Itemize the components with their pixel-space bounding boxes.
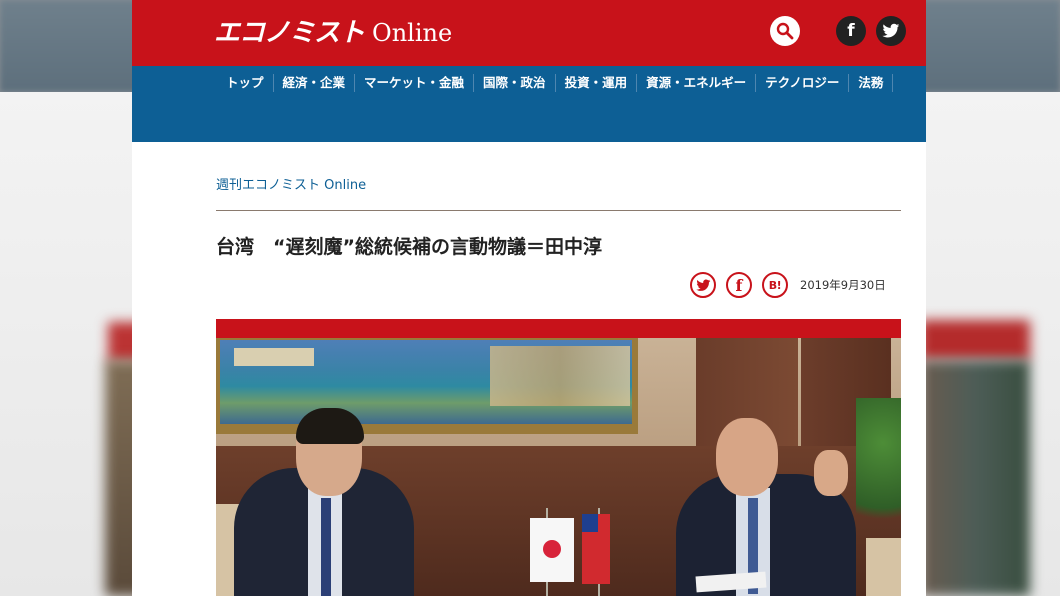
nav-item-legal[interactable]: 法務: [849, 74, 894, 92]
nav-item-economy[interactable]: 経済・企業: [274, 74, 356, 92]
nav-item-market[interactable]: マーケット・金融: [355, 74, 475, 92]
article-title: 台湾 “遅刻魔”総統候補の言動物議＝田中淳: [216, 236, 602, 258]
photo-top-bar: [216, 319, 901, 338]
divider: [216, 210, 901, 211]
site-header: エコノミスト Online f: [132, 0, 926, 66]
nav-item-energy[interactable]: 資源・エネルギー: [637, 74, 757, 92]
share-twitter-icon[interactable]: [690, 272, 716, 298]
nav-item-technology[interactable]: テクノロジー: [756, 74, 850, 92]
twitter-icon[interactable]: [876, 16, 906, 46]
logo-english: Online: [372, 19, 453, 47]
background-right-photo: [920, 360, 1030, 596]
search-icon[interactable]: [770, 16, 800, 46]
article-photo: [216, 338, 901, 596]
photo-head-right: [716, 418, 778, 496]
background-right-red: [920, 320, 1030, 360]
photo-painting-boat: [234, 348, 314, 366]
japan-flag: [530, 518, 574, 582]
facebook-icon[interactable]: f: [836, 16, 866, 46]
breadcrumb[interactable]: 週刊エコノミスト Online: [216, 174, 366, 193]
nav-list: トップ 経済・企業 マーケット・金融 国際・政治 投資・運用 資源・エネルギー …: [214, 74, 894, 92]
logo-japanese: エコノミスト: [214, 18, 365, 48]
nav-item-investment[interactable]: 投資・運用: [556, 74, 638, 92]
taiwan-flag: [582, 514, 610, 584]
photo-tie-left: [321, 498, 331, 596]
photo-plant: [856, 398, 901, 548]
nav-item-international[interactable]: 国際・政治: [474, 74, 556, 92]
share-bar: f B! 2019年9月30日: [690, 272, 886, 298]
article-page: エコノミスト Online f トップ 経済・企業 マーケット・金融 国際・政治…: [132, 0, 926, 596]
site-logo[interactable]: エコノミスト Online: [214, 12, 452, 52]
photo-chair-right: [866, 538, 901, 596]
main-navigation: トップ 経済・企業 マーケット・金融 国際・政治 投資・運用 資源・エネルギー …: [132, 66, 926, 142]
share-facebook-icon[interactable]: f: [726, 272, 752, 298]
publish-date: 2019年9月30日: [800, 278, 886, 292]
photo-hand-right: [814, 450, 848, 496]
share-hatena-icon[interactable]: B!: [762, 272, 788, 298]
photo-painting-frame: [216, 338, 638, 434]
photo-painting: [220, 340, 632, 424]
nav-item-top[interactable]: トップ: [214, 74, 274, 92]
photo-painting-town: [490, 346, 630, 406]
